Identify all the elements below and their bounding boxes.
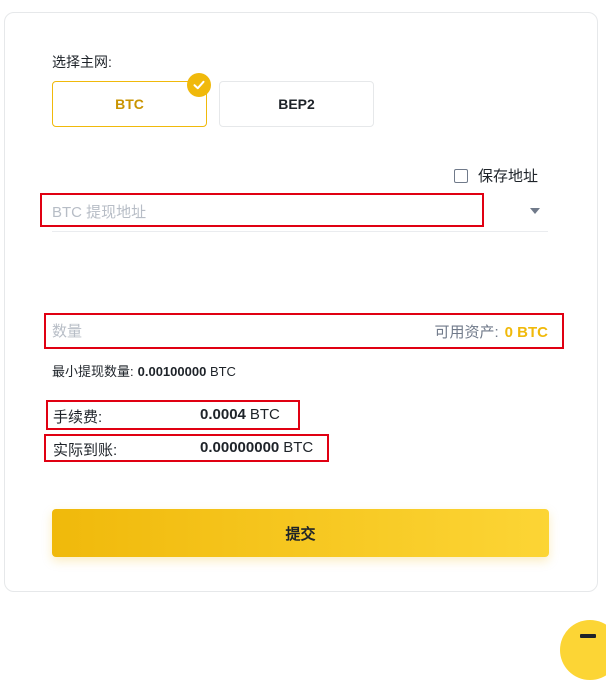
minimum-unit: BTC bbox=[209, 364, 236, 379]
chat-fab-button[interactable] bbox=[560, 620, 606, 680]
save-address-label: 保存地址 bbox=[478, 168, 539, 185]
menu-icon bbox=[580, 634, 596, 638]
minimum-value: 0.00100000 bbox=[137, 364, 207, 379]
submit-button[interactable]: 提交 bbox=[52, 509, 549, 557]
save-address-toggle[interactable]: 保存地址 bbox=[454, 165, 538, 186]
address-dropdown-icon[interactable] bbox=[530, 208, 540, 214]
selected-check-icon bbox=[187, 73, 211, 97]
network-option-bep2[interactable]: BEP2 bbox=[219, 81, 374, 127]
address-underline bbox=[52, 231, 548, 232]
network-option-btc[interactable]: BTC bbox=[52, 81, 207, 127]
save-address-checkbox[interactable] bbox=[454, 168, 468, 183]
network-option-btc-label: BTC bbox=[115, 96, 144, 112]
amount-highlight-box bbox=[44, 313, 564, 349]
network-label: 选择主网: bbox=[52, 54, 112, 70]
address-highlight-box bbox=[40, 193, 484, 227]
minimum-label: 最小提现数量: bbox=[52, 364, 134, 379]
fee-highlight-box bbox=[46, 400, 300, 430]
network-option-bep2-label: BEP2 bbox=[278, 96, 315, 112]
received-highlight-box bbox=[44, 434, 329, 462]
minimum-withdrawal: 最小提现数量: 0.00100000 BTC bbox=[52, 361, 236, 380]
